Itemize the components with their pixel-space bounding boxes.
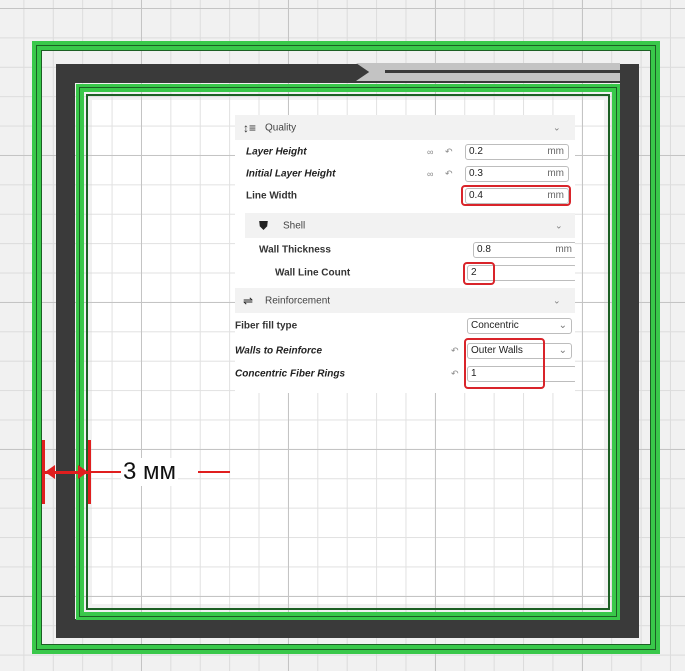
setting-label: Wall Thickness bbox=[259, 244, 331, 256]
reset-icon[interactable]: ↶ bbox=[451, 369, 459, 380]
reset-icon[interactable]: ↶ bbox=[451, 346, 459, 357]
category-reinforcement[interactable]: ⇌ Reinforcement ⌄ bbox=[235, 288, 575, 313]
category-shell[interactable]: ⛊ Shell ⌄ bbox=[245, 213, 575, 238]
reset-icon[interactable]: ↶ bbox=[445, 169, 453, 180]
dimension-leader-line bbox=[91, 471, 121, 473]
input-value: 0.2 bbox=[469, 146, 483, 157]
input-unit: mm bbox=[555, 244, 572, 255]
chevron-down-icon[interactable]: ⌄ bbox=[553, 122, 561, 133]
shield-icon: ⛊ bbox=[259, 218, 269, 232]
category-title: Reinforcement bbox=[265, 295, 331, 306]
setting-row: Wall Thickness 0.8 mm bbox=[235, 239, 575, 261]
highlight-box bbox=[464, 338, 545, 389]
setting-label: Initial Layer Height bbox=[246, 168, 336, 180]
setting-row: Line Width 0.4 mm bbox=[235, 185, 575, 207]
settings-panel: ↕≡ Quality ⌄ Layer Height ∞ ↶ 0.2 mm Ini… bbox=[235, 115, 575, 393]
category-title: Quality bbox=[265, 122, 297, 133]
link-icon[interactable]: ∞ bbox=[427, 147, 433, 157]
setting-row: Fiber fill type Concentric ⌄ bbox=[235, 315, 575, 337]
layer-height-input[interactable]: 0.2 mm bbox=[465, 144, 569, 160]
category-quality[interactable]: ↕≡ Quality ⌄ bbox=[235, 115, 575, 140]
setting-row: Initial Layer Height ∞ ↶ 0.3 mm bbox=[235, 163, 575, 185]
setting-label: Fiber fill type bbox=[235, 320, 298, 332]
input-value: 0.8 bbox=[477, 244, 491, 255]
category-title: Shell bbox=[283, 220, 306, 231]
fiber-fill-type-select[interactable]: Concentric ⌄ bbox=[467, 318, 572, 334]
initial-layer-height-input[interactable]: 0.3 mm bbox=[465, 166, 569, 182]
reinforcement-icon: ⇌ bbox=[243, 293, 254, 308]
setting-label: Walls to Reinforce bbox=[235, 345, 323, 357]
input-value: 0.3 bbox=[469, 168, 483, 179]
setting-label: Layer Height bbox=[246, 146, 307, 158]
input-unit: mm bbox=[547, 168, 564, 179]
chevron-down-icon[interactable]: ⌄ bbox=[553, 295, 561, 306]
arrow-head-right-icon bbox=[78, 465, 88, 479]
wall-gap-line bbox=[385, 70, 620, 73]
reset-icon[interactable]: ↶ bbox=[445, 147, 453, 158]
setting-row: Layer Height ∞ ↶ 0.2 mm bbox=[235, 141, 575, 163]
setting-row: Wall Line Count 2 bbox=[235, 262, 575, 285]
select-value: Concentric bbox=[471, 320, 519, 331]
quality-list-icon: ↕≡ bbox=[243, 120, 257, 135]
link-icon[interactable]: ∞ bbox=[427, 169, 433, 179]
setting-label: Line Width bbox=[246, 190, 298, 202]
chevron-down-icon[interactable]: ⌄ bbox=[555, 220, 563, 231]
dimension-leader-line bbox=[198, 471, 230, 473]
setting-label: Wall Line Count bbox=[275, 267, 351, 279]
highlight-box bbox=[461, 185, 571, 206]
highlight-box bbox=[463, 262, 495, 285]
input-unit: mm bbox=[547, 146, 564, 157]
setting-label: Concentric Fiber Rings bbox=[235, 368, 346, 380]
wall-thickness-input[interactable]: 0.8 mm bbox=[473, 242, 575, 258]
chevron-down-icon: ⌄ bbox=[558, 345, 567, 356]
dimension-label: 3 мм bbox=[121, 458, 179, 486]
arrow-head-left-icon bbox=[45, 465, 55, 479]
chevron-down-icon: ⌄ bbox=[558, 320, 567, 331]
